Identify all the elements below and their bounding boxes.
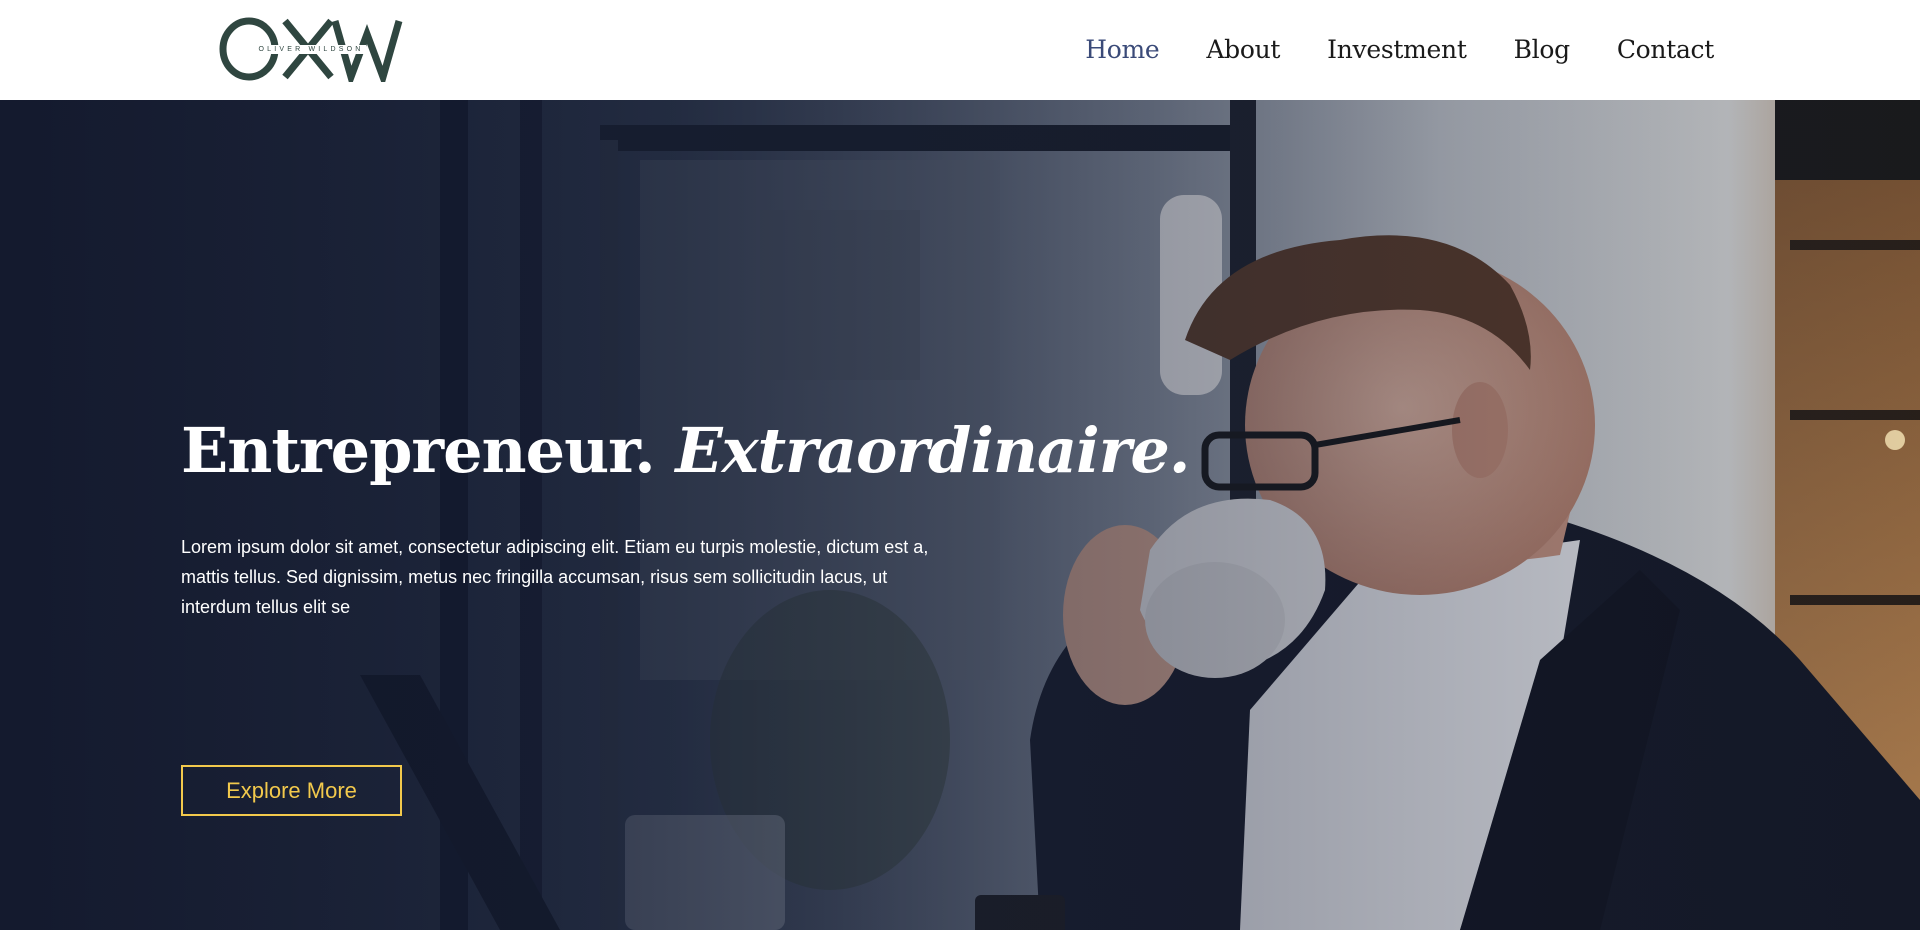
hero-title-plain: Entrepreneur.	[181, 414, 656, 487]
nav-home[interactable]: Home	[1085, 0, 1159, 100]
main-nav: Home About Investment Blog Contact	[1038, 0, 1714, 100]
brand-name: OLIVER WILDSON	[219, 16, 403, 82]
nav-blog[interactable]: Blog	[1514, 0, 1571, 100]
site-header: OLIVER WILDSON Home About Investment Blo…	[0, 0, 1920, 100]
nav-investment[interactable]: Investment	[1327, 0, 1467, 100]
hero-content: Entrepreneur. Extraordinaire. Lorem ipsu…	[181, 410, 1190, 816]
hero-section: Entrepreneur. Extraordinaire. Lorem ipsu…	[0, 100, 1920, 930]
hero-title: Entrepreneur. Extraordinaire.	[181, 410, 1190, 492]
hero-title-italic: Extraordinaire.	[675, 414, 1190, 487]
hero-description: Lorem ipsum dolor sit amet, consectetur …	[181, 537, 929, 617]
nav-contact[interactable]: Contact	[1617, 0, 1714, 100]
nav-about[interactable]: About	[1206, 0, 1280, 100]
brand-name-text: OLIVER WILDSON	[256, 44, 366, 54]
explore-more-button[interactable]: Explore More	[181, 765, 402, 816]
brand-logo[interactable]: OLIVER WILDSON	[219, 16, 403, 82]
